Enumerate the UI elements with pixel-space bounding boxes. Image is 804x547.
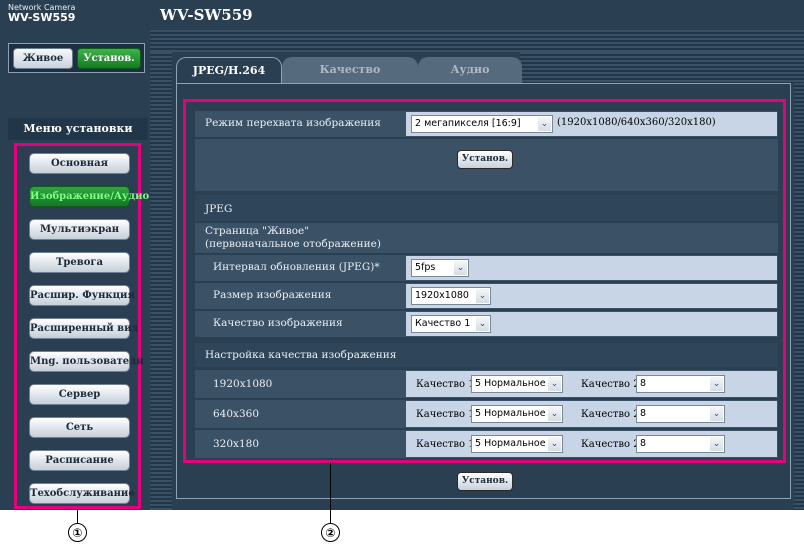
- menu-item-user-mng[interactable]: Mng. пользователя: [29, 351, 144, 372]
- quality-row-cell: Качество 1 5 Нормальное ⌄ Качество 2 8 ⌄: [406, 431, 777, 457]
- quality-2-value: 8: [640, 438, 647, 449]
- sidebar: Network Camera WV-SW559 Живое Установ. М…: [0, 0, 150, 510]
- quality-2-select[interactable]: 8 ⌄: [636, 435, 725, 453]
- capture-resolutions: (1920x1080/640x360/320x180): [557, 117, 716, 128]
- camera-setup-window: Network Camera WV-SW559 Живое Установ. М…: [0, 0, 804, 510]
- live-page-row: Страница "Живое" (первоначальное отображ…: [195, 223, 778, 253]
- quality-settings-heading: Настройка качества изображения: [205, 349, 397, 361]
- refresh-interval-value: 5fps: [415, 262, 436, 273]
- header-stripes: [150, 30, 804, 52]
- capture-mode-value: 2 мегапикселя [16:9]: [415, 118, 521, 129]
- quality-2-label: Качество 2: [581, 439, 640, 450]
- quality-1-select[interactable]: 5 Нормальное ⌄: [471, 435, 563, 453]
- menu-item-basic[interactable]: Основная: [29, 153, 130, 174]
- refresh-interval-row: Интервал обновления (JPEG)* 5fps ⌄: [195, 255, 778, 281]
- tab-bar-stripes: [520, 52, 804, 83]
- page-title: WV-SW559: [160, 6, 253, 24]
- quality-1-value: 5 Нормальное: [475, 408, 546, 419]
- image-size-select[interactable]: 1920x1080 ⌄: [411, 287, 491, 305]
- live-button[interactable]: Живое: [13, 48, 73, 69]
- chevron-down-icon: ⌄: [538, 117, 551, 131]
- callout-marker-1: ①: [68, 523, 87, 542]
- quality-row-320: 320x180 Качество 1 5 Нормальное ⌄ Качест…: [195, 430, 778, 458]
- refresh-interval-select[interactable]: 5fps ⌄: [411, 259, 469, 277]
- callout-marker-2: ②: [321, 523, 340, 542]
- image-quality-label: Качество изображения: [213, 317, 343, 329]
- quality-1-value: 5 Нормальное: [475, 438, 546, 449]
- menu-item-maintenance[interactable]: Техобслуживание: [29, 483, 135, 504]
- live-page-label: Страница "Живое" (первоначальное отображ…: [205, 225, 381, 250]
- tab-image-quality[interactable]: Качество изображения: [282, 57, 418, 102]
- set-button[interactable]: Установ.: [457, 150, 513, 169]
- tab-audio[interactable]: Аудио: [418, 57, 522, 83]
- image-quality-cell: Качество 1 ⌄: [406, 312, 777, 336]
- refresh-interval-label: Интервал обновления (JPEG)*: [213, 261, 380, 273]
- quality-row-cell: Качество 1 5 Нормальное ⌄ Качество 2 8 ⌄: [406, 371, 777, 397]
- quality-1-value: 5 Нормальное: [475, 378, 546, 389]
- refresh-interval-cell: 5fps ⌄: [406, 256, 777, 280]
- chevron-down-icon: ⌄: [454, 261, 467, 275]
- quality-2-label: Качество 2: [581, 379, 640, 390]
- set-row: Установ.: [195, 139, 778, 191]
- quality-row-cell: Качество 1 5 Нормальное ⌄ Качество 2 8 ⌄: [406, 401, 777, 427]
- capture-mode-label: Режим перехвата изображения: [205, 117, 381, 129]
- image-quality-value: Качество 1: [415, 318, 471, 329]
- menu-item-advanced-function[interactable]: Расшир. Функция: [29, 285, 135, 306]
- capture-mode-select[interactable]: 2 мегапикселя [16:9] ⌄: [411, 115, 553, 133]
- menu-item-advanced-view[interactable]: Расширенный вид: [29, 318, 138, 339]
- chevron-down-icon: ⌄: [476, 317, 489, 331]
- image-quality-row: Качество изображения Качество 1 ⌄: [195, 311, 778, 337]
- capture-mode-row: Режим перехвата изображения 2 мегапиксел…: [195, 111, 778, 137]
- quality-row-640: 640x360 Качество 1 5 Нормальное ⌄ Качест…: [195, 400, 778, 428]
- menu-item-network[interactable]: Сеть: [29, 417, 130, 438]
- image-size-cell: 1920x1080 ⌄: [406, 284, 777, 308]
- quality-row-1920: 1920x1080 Качество 1 5 Нормальное ⌄ Каче…: [195, 370, 778, 398]
- set-button-bottom[interactable]: Установ.: [457, 472, 513, 491]
- image-size-label: Размер изображения: [213, 289, 332, 301]
- tab-jpeg-h264[interactable]: JPEG/H.264: [176, 57, 282, 83]
- chevron-down-icon: ⌄: [548, 437, 561, 451]
- menu-item-image-audio[interactable]: Изображение/Аудио: [29, 186, 149, 207]
- image-size-value: 1920x1080: [415, 290, 469, 301]
- brand-model: WV-SW559: [8, 11, 76, 24]
- left-stripes: [150, 52, 172, 510]
- right-stripes: [794, 83, 804, 510]
- setup-button[interactable]: Установ.: [77, 48, 141, 69]
- chevron-down-icon: ⌄: [710, 407, 723, 421]
- mode-toggle: Живое Установ.: [8, 43, 145, 73]
- quality-2-value: 8: [640, 408, 647, 419]
- image-size-row: Размер изображения 1920x1080 ⌄: [195, 283, 778, 309]
- chevron-down-icon: ⌄: [548, 407, 561, 421]
- capture-mode-cell: 2 мегапикселя [16:9] ⌄ (1920x1080/640x36…: [406, 112, 777, 136]
- setup-menu-heading: Меню установки: [8, 118, 148, 140]
- quality-2-value: 8: [640, 378, 647, 389]
- quality-2-select[interactable]: 8 ⌄: [636, 405, 725, 423]
- callout-line-1: [77, 509, 78, 523]
- callout-line-2: [330, 462, 331, 523]
- chevron-down-icon: ⌄: [710, 437, 723, 451]
- menu-item-multiscreen[interactable]: Мультиэкран: [29, 219, 130, 240]
- chevron-down-icon: ⌄: [710, 377, 723, 391]
- quality-2-label: Качество 2: [581, 409, 640, 420]
- menu-item-server[interactable]: Сервер: [29, 384, 130, 405]
- chevron-down-icon: ⌄: [548, 377, 561, 391]
- quality-1-label: Качество 1: [416, 439, 475, 450]
- setup-menu-highlight: Основная Изображение/Аудио Мультиэкран Т…: [14, 143, 149, 509]
- image-quality-select[interactable]: Качество 1 ⌄: [411, 315, 491, 333]
- menu-item-alarm[interactable]: Тревога: [29, 252, 130, 273]
- quality-1-label: Качество 1: [416, 379, 475, 390]
- quality-1-select[interactable]: 5 Нормальное ⌄: [471, 405, 563, 423]
- quality-1-label: Качество 1: [416, 409, 475, 420]
- quality-settings-row: Настройка качества изображения: [195, 343, 778, 367]
- quality-2-select[interactable]: 8 ⌄: [636, 375, 725, 393]
- jpeg-section-row: JPEG: [195, 195, 778, 221]
- jpeg-section-label: JPEG: [205, 203, 233, 215]
- chevron-down-icon: ⌄: [476, 289, 489, 303]
- quality-1-select[interactable]: 5 Нормальное ⌄: [471, 375, 563, 393]
- menu-item-schedule[interactable]: Расписание: [29, 450, 130, 471]
- quality-row-size: 640x360: [213, 408, 260, 420]
- quality-row-size: 320x180: [213, 438, 260, 450]
- quality-row-size: 1920x1080: [213, 378, 273, 390]
